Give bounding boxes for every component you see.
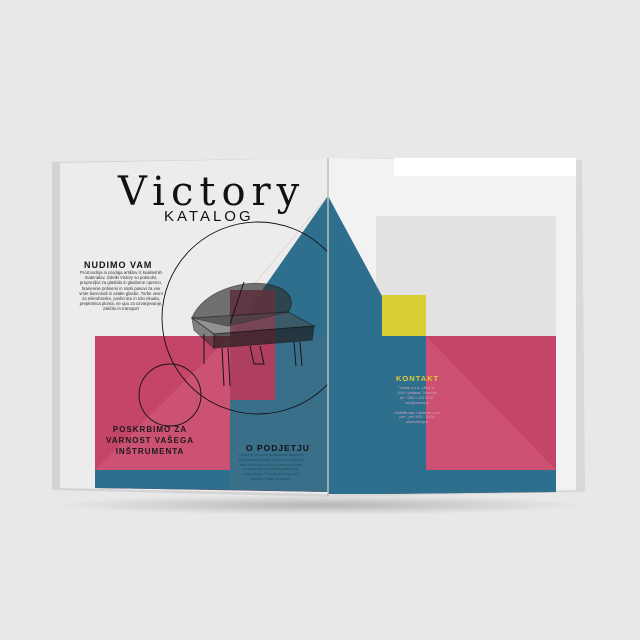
catalog-title: Victory bbox=[118, 169, 306, 215]
right-teal-footer bbox=[382, 470, 556, 494]
about-heading: O PODJETJU bbox=[246, 443, 310, 453]
right-yellow-square bbox=[382, 295, 426, 336]
catalog-subtitle: KATALOG bbox=[164, 208, 254, 225]
contact-heading: KONTAKT bbox=[396, 374, 440, 383]
left-teal-footer bbox=[95, 470, 230, 490]
about-body: Victory je priznana ekskluzivna blagovna… bbox=[238, 453, 304, 481]
right-page bbox=[328, 158, 585, 497]
contact-body: Victory d.o.o., Ulica 12 1000 Ljubljana,… bbox=[388, 386, 446, 425]
piano-illustration bbox=[190, 281, 316, 387]
intro-heading: NUDIMO VAM bbox=[84, 260, 153, 270]
contact-line: www.victory.si bbox=[405, 420, 429, 425]
right-top-white-band bbox=[394, 158, 576, 176]
care-heading: POSKRBIMO ZA VARNOST VAŠEGA INŠTRUMENTA bbox=[106, 425, 194, 456]
intro-body: Proizvodnja in prodaja artiklov iz kvali… bbox=[79, 270, 163, 312]
